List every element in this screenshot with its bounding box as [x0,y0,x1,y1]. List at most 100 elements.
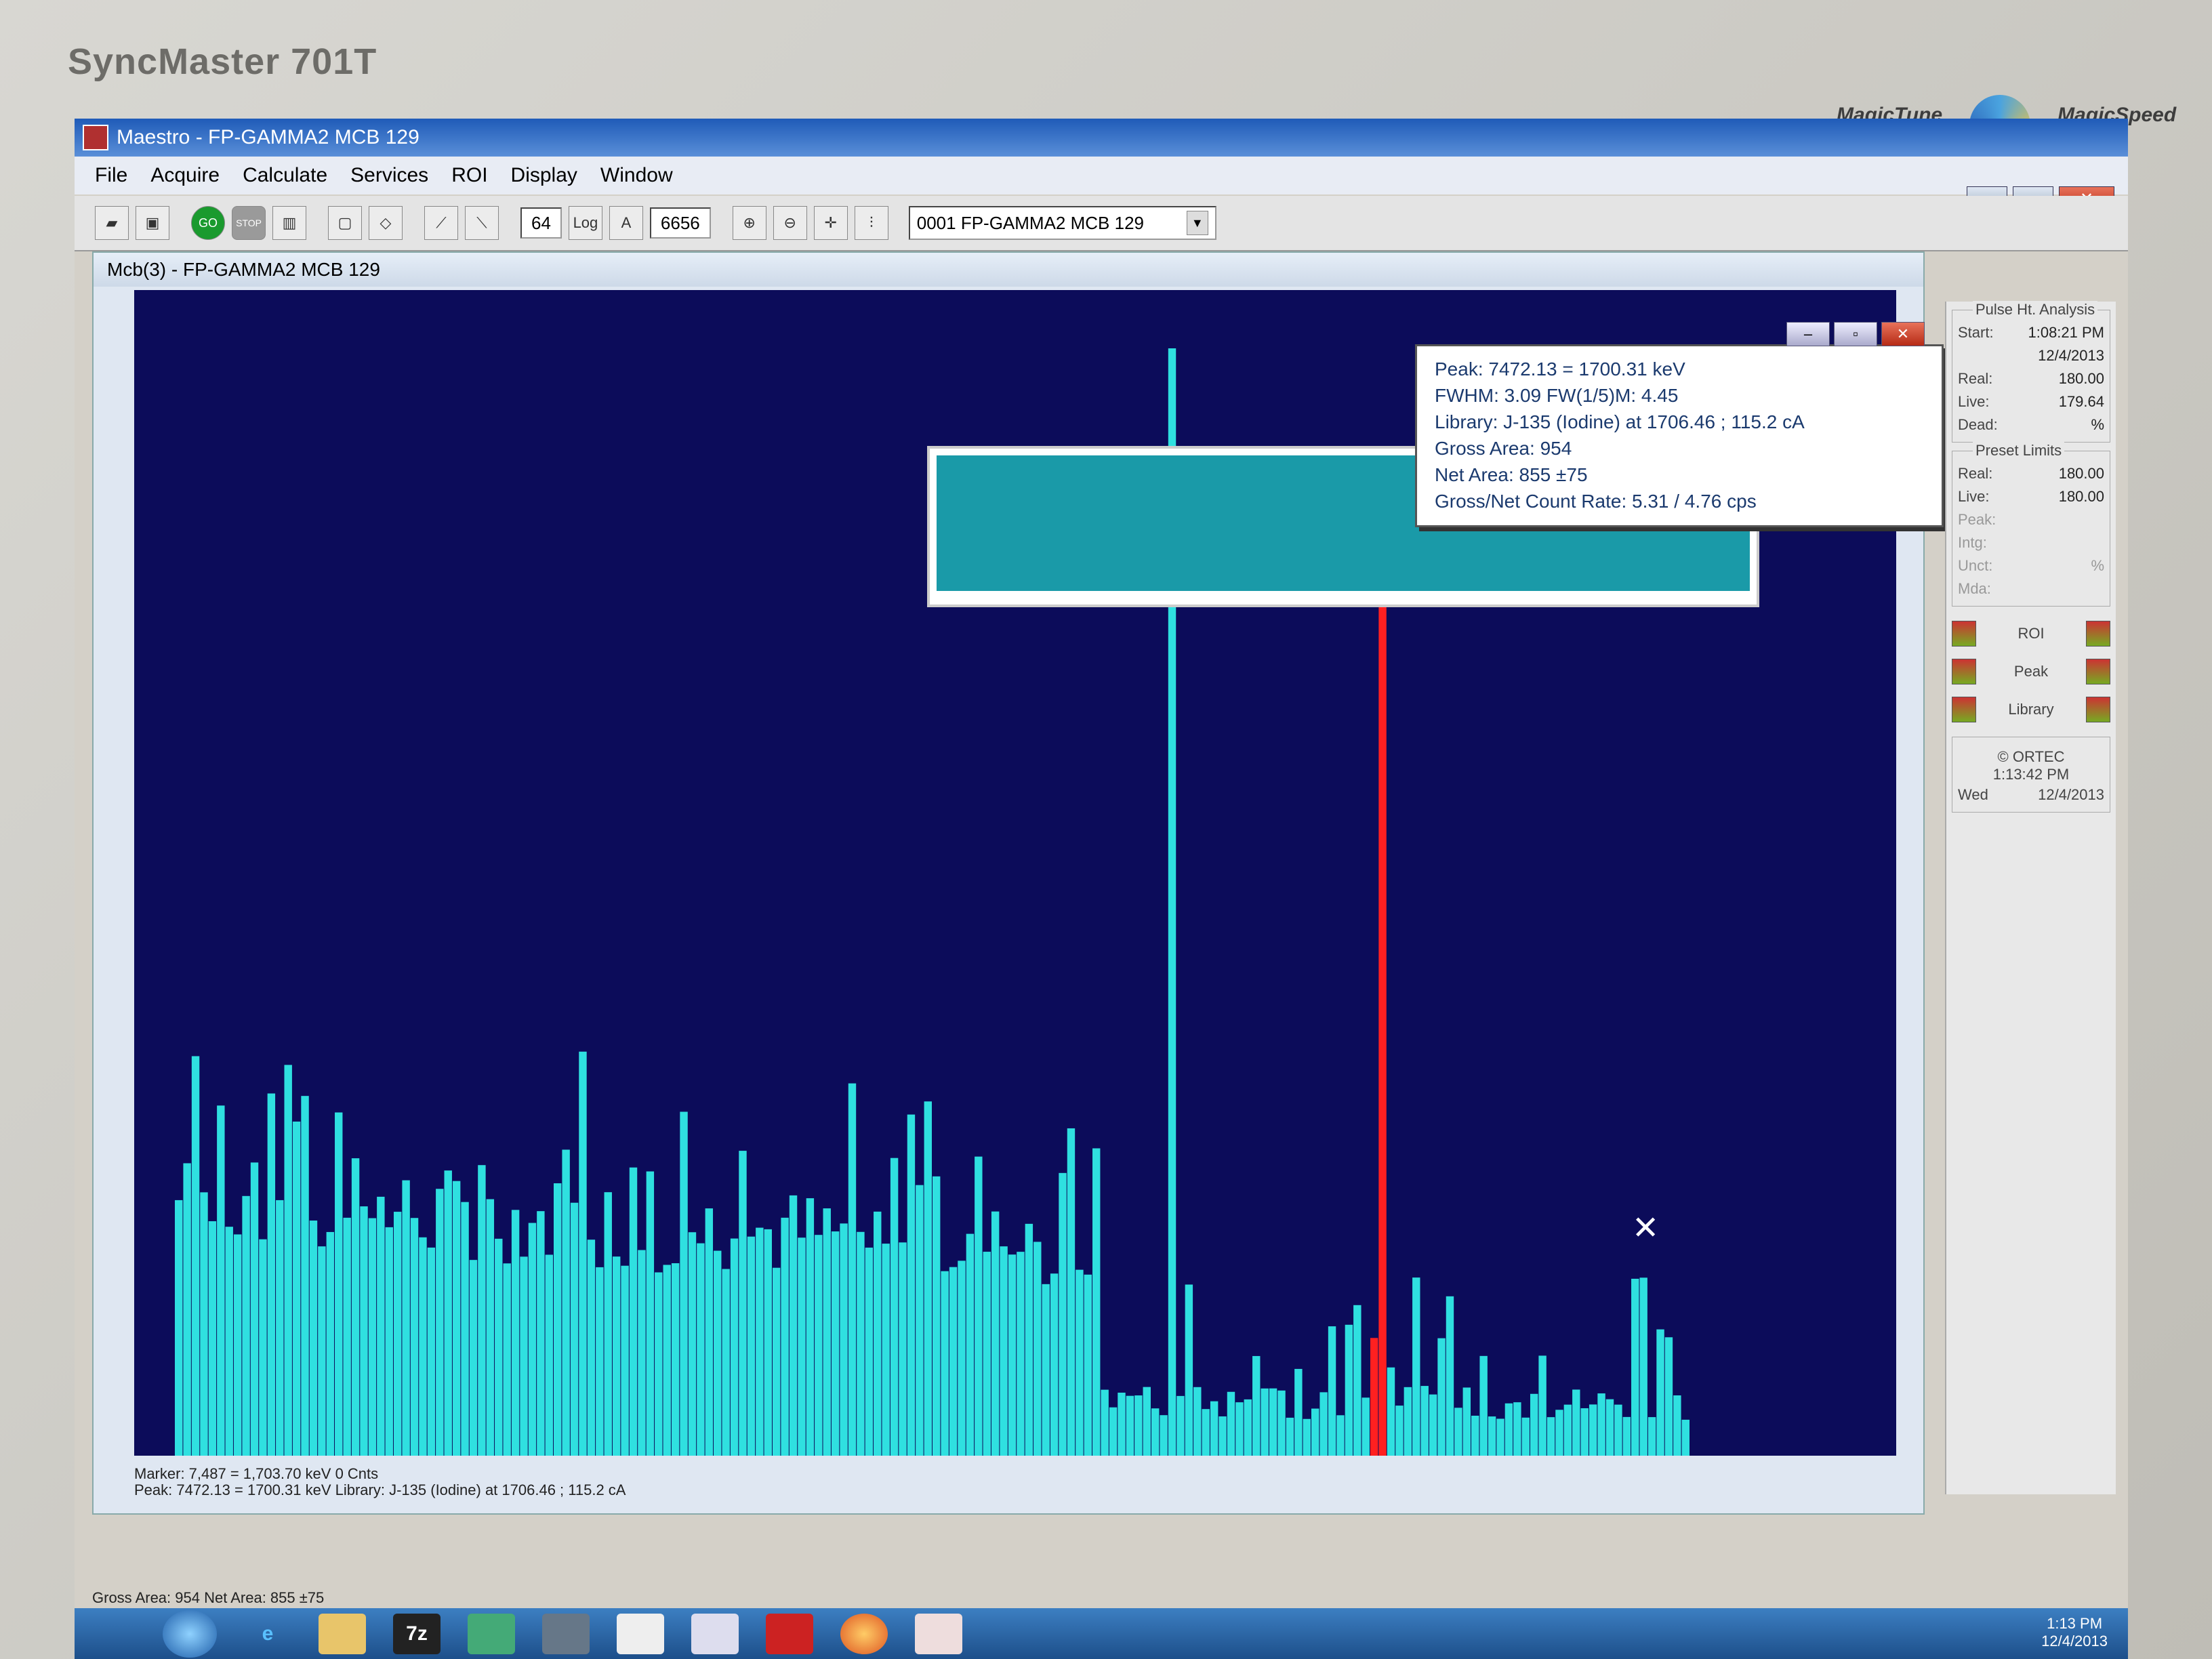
peak-next-icon[interactable] [2086,659,2110,684]
copy-icon[interactable]: ▢ [328,206,362,240]
peak-nav-label: Peak [2013,663,2049,680]
open-folder-icon[interactable]: ▰ [95,206,129,240]
pulse-height-analysis-group: Pulse Ht. Analysis Start: 1:08:21 PM 12/4… [1952,301,2110,443]
system-clock[interactable]: 1:13 PM 12/4/2013 [2041,1615,2108,1650]
spectrum-channel-bar [545,1254,553,1456]
start-button[interactable] [163,1610,217,1658]
spectrum-channel-bar [326,1231,335,1456]
log-scale-button[interactable]: Log [568,206,602,240]
spectrum-channel-bar [1513,1402,1521,1456]
zoom-in-icon[interactable]: ⊕ [732,206,766,240]
spectrum-channel-bar [1412,1277,1420,1456]
ie-icon[interactable]: e [244,1614,291,1654]
spectrum-window-title[interactable]: Mcb(3) - FP-GAMMA2 MCB 129 [94,253,1923,287]
library-next-icon[interactable] [2086,697,2110,722]
vertical-scale-field[interactable]: 64 [520,207,562,239]
spectrum-channel-bar [579,1051,587,1456]
spectrum-channel-bar [1067,1128,1076,1456]
spectrum-channel-bar [1059,1172,1067,1456]
document-icon[interactable] [691,1613,739,1654]
spectrum-channel-bar [899,1242,907,1456]
spectrum-channel-bar [815,1235,823,1456]
maestro-taskbar-icon[interactable] [915,1613,962,1654]
security-icon[interactable] [542,1613,590,1654]
spectrum-channel-bar [722,1269,730,1456]
menu-acquire[interactable]: Acquire [150,164,220,187]
spectrum-channel-bar [537,1211,545,1456]
roi-mark-icon[interactable]: ⟋ [424,206,458,240]
roi-clear-icon[interactable]: ⟍ [465,206,499,240]
spectrum-channel-bar [840,1223,848,1456]
spectrum-channel-bar [646,1171,655,1456]
spectrum-channel-bar [1042,1284,1050,1456]
auto-scale-button[interactable]: A [609,206,643,240]
spectrum-channel-bar [1227,1391,1235,1456]
spectrum-channel-bar [949,1267,958,1456]
preset-peak-label: Peak: [1958,511,1996,528]
baseline-icon[interactable]: ⫶ [854,206,888,240]
spectrum-channel-bar [924,1101,932,1456]
spectrum-channel-bar [865,1247,874,1456]
roi-next-icon[interactable] [2086,621,2110,647]
detector-select[interactable]: 0001 FP-GAMMA2 MCB 129 ▼ [908,206,1216,240]
spectrum-channel-bar [1319,1392,1328,1456]
menu-calculate[interactable]: Calculate [243,164,327,187]
spectrum-channel-bar [831,1231,840,1456]
spectrum-channel-bar [1286,1417,1294,1456]
peak-prev-icon[interactable] [1952,659,1976,684]
spectrum-channel-bar [1420,1386,1429,1456]
spectrum-channel-bar [393,1212,402,1456]
menu-file[interactable]: File [95,164,127,187]
sidebar-footer: © ORTEC 1:13:42 PM Wed 12/4/2013 [1952,737,2110,813]
menu-services[interactable]: Services [350,164,428,187]
stop-button[interactable]: STOP [232,206,266,240]
spectrum-channel-bar [175,1200,183,1456]
compare-icon[interactable]: ◇ [369,206,403,240]
pdf-icon[interactable] [766,1613,813,1654]
library-prev-icon[interactable] [1952,697,1976,722]
spectrum-channel-bar [1126,1395,1134,1456]
popup-library: Library: J-135 (Iodine) at 1706.46 ; 115… [1435,411,1805,432]
spectrum-channel-bar [292,1121,301,1456]
7zip-icon[interactable]: 7z [393,1613,441,1654]
spectrum-channel-bar [1681,1419,1689,1456]
start-time: 1:08:21 PM [2028,324,2104,341]
zoom-out-icon[interactable]: ⊖ [773,206,807,240]
go-button[interactable]: GO [191,206,225,240]
spectrum-channel-bar [806,1198,815,1456]
menu-roi[interactable]: ROI [451,164,487,187]
roi-prev-icon[interactable] [1952,621,1976,647]
child-close-button[interactable]: ✕ [1881,322,1925,346]
spectrum-channel-bar [1050,1273,1059,1456]
spectrum-channel-bar [267,1093,276,1456]
spectrum-channel-bar [1597,1393,1605,1456]
child-minimize-button[interactable]: – [1786,322,1830,346]
preset-real-label: Real: [1958,465,1993,482]
menu-display[interactable]: Display [511,164,577,187]
spectrum-channel-bar [1563,1404,1572,1456]
save-icon[interactable]: ▣ [136,206,169,240]
network-icon[interactable] [468,1613,515,1654]
spectrum-channel-bar [284,1065,292,1456]
spectrum-channel-bar [318,1246,326,1456]
spectrum-channel-bar [503,1263,511,1456]
spectrum-channel-bar [655,1272,663,1456]
center-icon[interactable]: ✛ [813,206,848,240]
spectrum-icon[interactable]: ▥ [272,206,306,240]
menu-window[interactable]: Window [600,164,673,187]
spectrum-channel-bar [933,1176,941,1456]
spectrum-channel-bar [907,1114,916,1456]
spectrum-window-controls: – ▫ ✕ [1786,322,1925,346]
chart-app-icon[interactable] [617,1613,664,1654]
spectrum-channel-bar [1370,1338,1378,1456]
spectrum-channel-bar [764,1229,772,1456]
spectrum-channel-bar [975,1156,983,1456]
spectrum-channel-bar [1185,1284,1193,1456]
child-maximize-button[interactable]: ▫ [1834,322,1877,346]
firefox-icon[interactable] [840,1613,888,1654]
horizontal-scale-field[interactable]: 6656 [649,207,711,239]
app-titlebar[interactable]: Maestro - FP-GAMMA2 MCB 129 [75,119,2128,157]
spectrum-channel-bar [225,1227,233,1456]
chevron-down-icon[interactable]: ▼ [1186,211,1208,235]
folder-icon[interactable] [319,1613,366,1654]
